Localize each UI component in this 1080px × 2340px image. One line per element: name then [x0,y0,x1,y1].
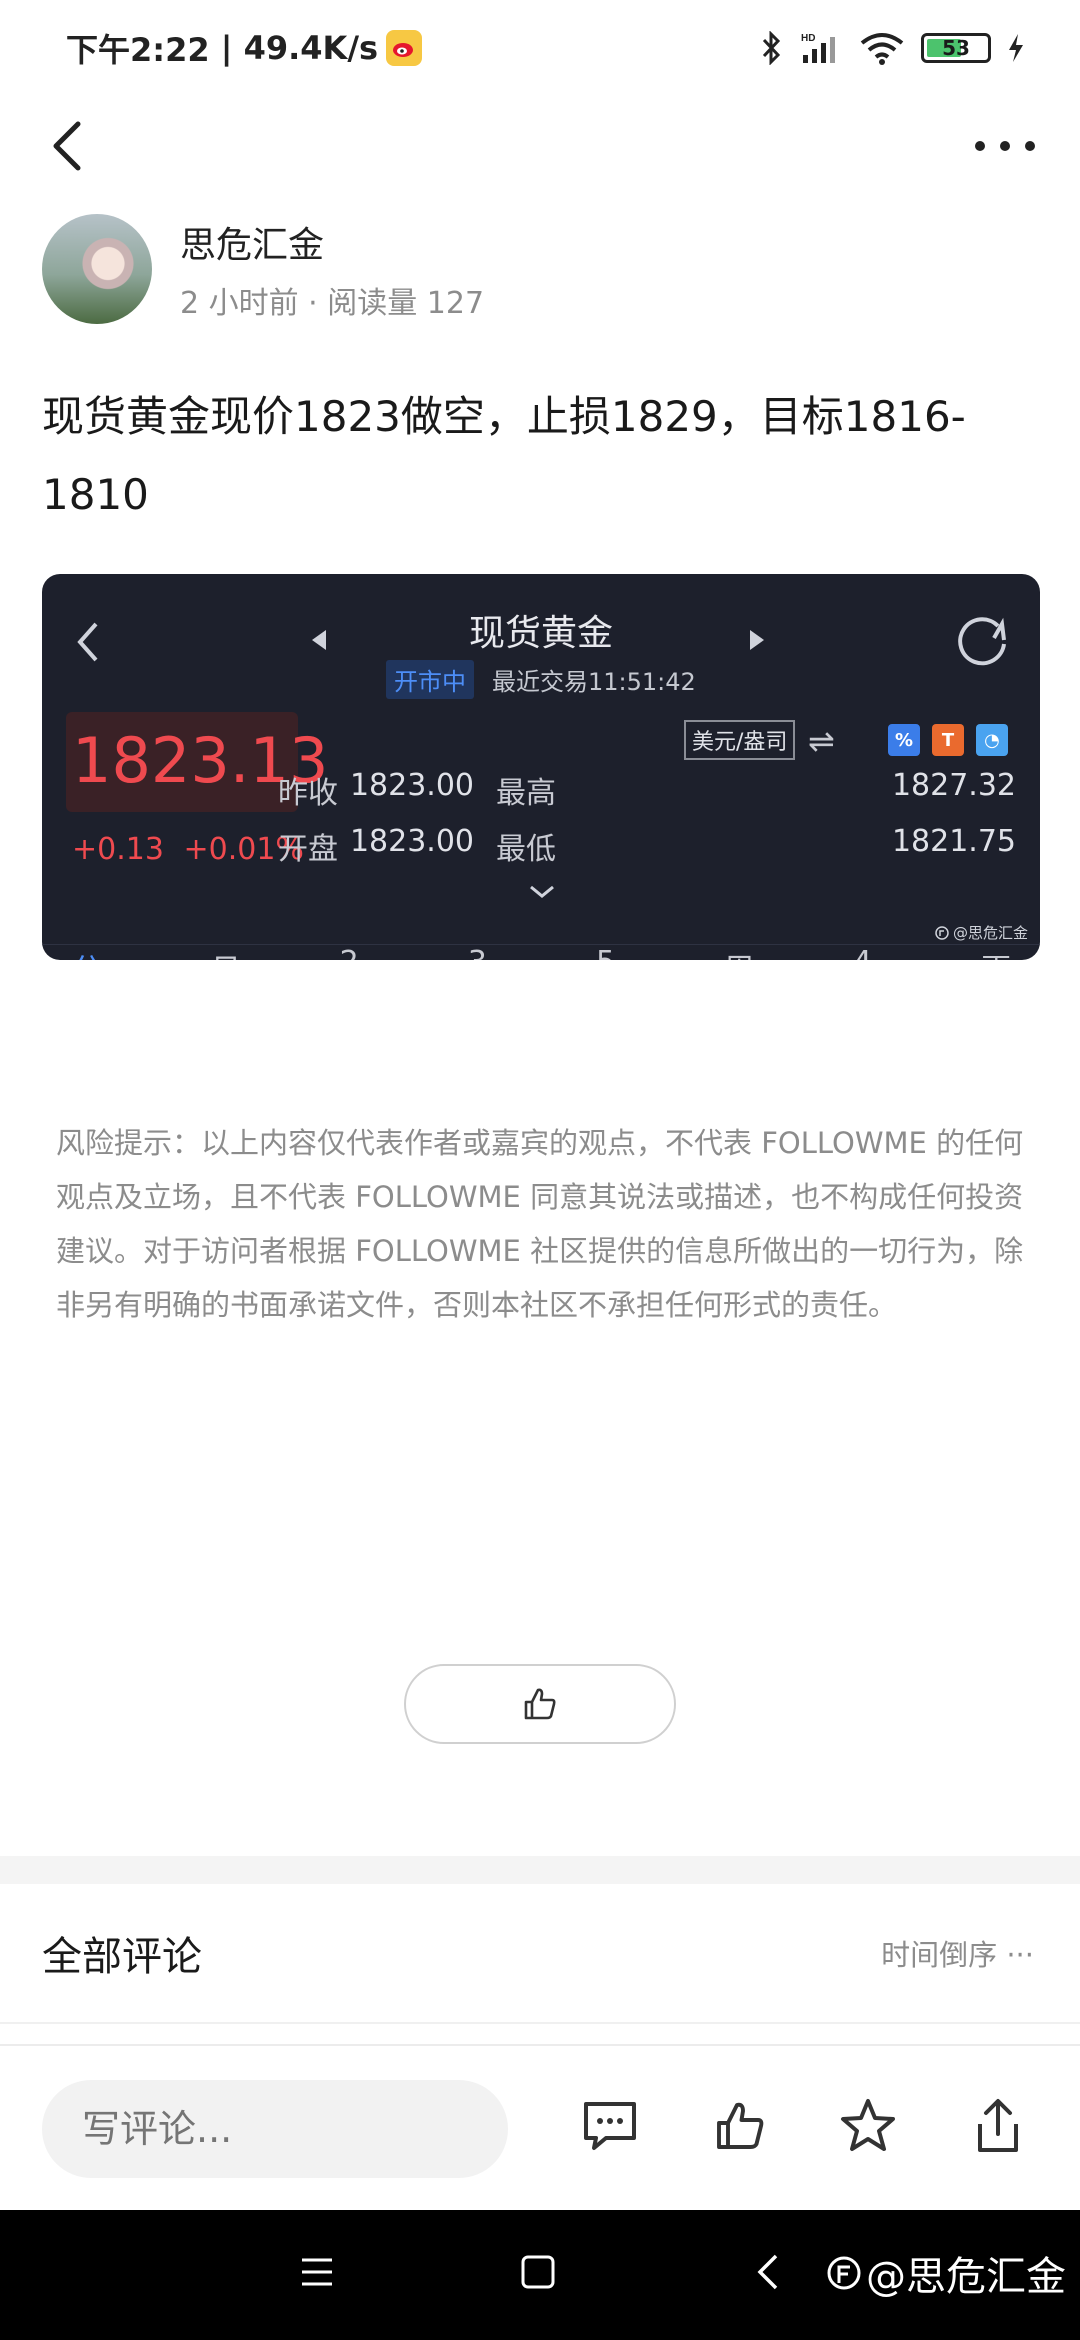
nav-back-icon[interactable] [756,2252,780,2292]
tower-icon: T [932,724,964,756]
post-content: 现货黄金现价1823做空，止损1829，目标1816-1810 [42,392,966,519]
author-name[interactable]: 思危汇金 [180,216,324,268]
signal-icon: HD [801,33,835,63]
avatar[interactable] [42,214,152,324]
weibo-icon [386,30,423,66]
quote-subtitle: 开市中 最近交易11:51:42 [386,660,696,699]
stat-label: 最低 [496,832,556,867]
home-icon[interactable] [520,2254,556,2290]
screen-watermark-text: @思危汇金 [866,2254,1066,2300]
stat-value: 1823.00 [349,824,474,859]
tab-period: 4时 [853,945,901,960]
stat-value: 1827.32 [891,768,1016,803]
battery-indicator: 53 [921,33,991,63]
battery-level: 53 [942,36,970,60]
system-navigation-bar: @思危汇金 [0,2210,1080,2340]
author-info: 思危汇金 2 小时前 · 阅读量 127 [42,214,1042,324]
bottom-action-bar [0,2044,1080,2210]
comment-icon [584,2102,636,2150]
tab-period: 5日 [596,945,644,960]
share-button[interactable] [966,2094,1030,2158]
followme-logo-icon [827,2256,861,2290]
percent-icon: % [888,724,920,756]
chevron-down-icon [530,885,554,898]
status-left: 下午2:22 | 49.4K/s [66,25,423,71]
pie-chart-icon: ◔ [976,724,1008,756]
tab-period: 3日 [468,945,516,960]
status-right: HD 53 [761,31,1025,65]
risk-disclaimer: 风险提示：以上内容仅代表作者或嘉宾的观点，不代表 FOLLOWME 的任何观点及… [56,1126,1024,1322]
more-options-button[interactable] [970,126,1040,166]
price-change: +0.13 +0.01% [72,832,304,867]
swap-icon: ⇌ [808,722,835,760]
market-status-badge: 开市中 [386,660,474,699]
star-icon [841,2099,895,2151]
thumbs-up-icon [717,2102,764,2149]
back-arrow-icon [53,121,81,171]
comment-input[interactable] [42,2080,508,2178]
last-trade-time: 最近交易11:51:42 [492,668,696,696]
tab-period: 分时 [72,945,131,960]
quote-title: 现货黄金 [468,613,613,654]
like-button[interactable] [404,1664,676,1744]
triangle-right-icon [750,630,764,650]
card-watermark-text: @思危汇金 [952,924,1028,942]
section-divider [0,1856,1080,1884]
followme-logo-icon [935,925,949,940]
comments-header: 全部评论 时间倒序 ··· [0,1884,1080,2024]
charging-icon [1009,34,1023,62]
quote-card-image[interactable]: 现货黄金 开市中 最近交易11:51:42 1823.13 +0.13 +0.0… [42,574,1040,960]
back-button[interactable] [42,116,102,176]
comment-button[interactable] [578,2094,642,2158]
card-watermark: @思危汇金 [935,922,1028,943]
wifi-icon [860,33,904,65]
share-icon [978,2099,1018,2152]
unit-label: 美元/盎司 [684,720,796,760]
tab-period: 日K [211,945,260,960]
quote-tools: % T ◔ [888,724,1008,756]
chart-period-tabs: 分时 日K 2日 3日 5日 周K 4时 更多 [42,944,1040,960]
status-separator: | [209,29,244,67]
thumbs-up-icon [524,1688,556,1720]
status-bar: 下午2:22 | 49.4K/s HD 53 [0,0,1080,96]
stat-value: 1821.75 [891,824,1016,859]
tab-period: 更多 [981,945,1040,960]
status-time: 下午2:22 [66,31,210,69]
sort-order-button[interactable]: 时间倒序 ··· [881,1932,1034,1974]
menu-icon[interactable] [300,2256,334,2288]
status-speed: 49.4K/s [243,29,379,67]
more-dots-icon [975,141,1035,151]
post-meta: 2 小时前 · 阅读量 127 [180,286,485,321]
like-action-button[interactable] [708,2094,772,2158]
bluetooth-icon [762,31,781,65]
screen-watermark: @思危汇金 [826,2244,1066,2302]
stat-label: 最高 [496,776,556,811]
refresh-icon [958,617,1006,666]
tab-period: 2日 [340,945,388,960]
top-nav [0,96,1080,196]
tab-period: 周K [724,945,773,960]
comments-title: 全部评论 [42,1934,202,1980]
favorite-button[interactable] [836,2094,900,2158]
stat-value: 1823.00 [349,768,474,803]
svg-text:HD: HD [801,33,815,44]
